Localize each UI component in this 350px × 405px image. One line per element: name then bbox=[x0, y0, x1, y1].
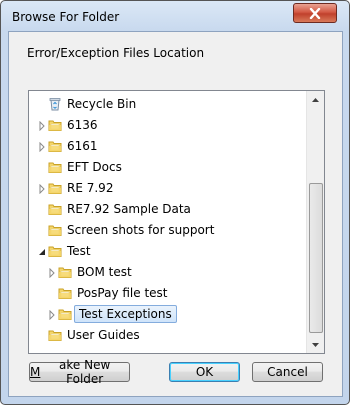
dialog-title: Browse For Folder bbox=[12, 10, 120, 24]
tree-item[interactable]: EFT Docs bbox=[29, 157, 305, 178]
folder-icon bbox=[48, 141, 62, 152]
tree-item-label: BOM test bbox=[77, 265, 132, 279]
tree-item-label: EFT Docs bbox=[67, 160, 122, 174]
tree-collapsed-icon[interactable] bbox=[38, 142, 46, 152]
tree-item-label: RE7.92 Sample Data bbox=[67, 202, 191, 216]
tree-item-label: Test bbox=[67, 244, 91, 258]
tree-item-label: PosPay file test bbox=[77, 286, 168, 300]
tree-item[interactable]: 6161 bbox=[29, 136, 305, 157]
tree-item-label: Test Exceptions bbox=[74, 305, 177, 323]
recycle-bin-icon bbox=[49, 98, 61, 111]
tree-item[interactable]: User Guides bbox=[29, 325, 305, 346]
tree-item[interactable]: 6136 bbox=[29, 115, 305, 136]
tree-expanded-icon[interactable] bbox=[38, 247, 46, 257]
folder-icon bbox=[58, 309, 72, 320]
folder-tree-rows: Recycle Bin 6136 6161 EFT Docs RE 7.92 RE7.92… bbox=[29, 94, 305, 346]
tree-collapsed-icon[interactable] bbox=[38, 184, 46, 194]
dialog-description: Error/Exception Files Location bbox=[27, 46, 205, 60]
tree-collapsed-icon[interactable] bbox=[38, 121, 46, 131]
tree-item-label: Screen shots for support bbox=[67, 223, 215, 237]
scroll-up-icon bbox=[312, 97, 319, 102]
make-new-folder-mnemonic: M bbox=[30, 365, 41, 379]
scrollbar-thumb[interactable] bbox=[309, 183, 323, 333]
dialog-client-area: Error/Exception Files Location Recycle B… bbox=[8, 31, 343, 397]
scroll-up-button[interactable] bbox=[307, 91, 324, 108]
tree-item[interactable]: Test bbox=[29, 241, 305, 262]
scroll-down-icon bbox=[312, 342, 319, 347]
tree-item-label: Recycle Bin bbox=[67, 97, 137, 111]
tree-item[interactable]: BOM test bbox=[29, 262, 305, 283]
folder-icon bbox=[48, 120, 62, 131]
tree-item[interactable]: RE 7.92 bbox=[29, 178, 305, 199]
folder-icon bbox=[48, 225, 62, 236]
vertical-scrollbar[interactable] bbox=[306, 91, 324, 353]
folder-icon bbox=[48, 330, 62, 341]
close-button[interactable] bbox=[293, 3, 337, 23]
make-new-folder-button[interactable]: Make New Folder bbox=[29, 358, 130, 386]
tree-item-label: 6136 bbox=[67, 118, 98, 132]
tree-item[interactable]: PosPay file test bbox=[29, 283, 305, 304]
tree-item[interactable]: Screen shots for support bbox=[29, 220, 305, 241]
folder-icon bbox=[48, 246, 62, 257]
tree-collapsed-icon[interactable] bbox=[48, 310, 56, 320]
tree-item[interactable]: Test Exceptions bbox=[29, 304, 305, 325]
folder-icon bbox=[58, 267, 72, 278]
scroll-down-button[interactable] bbox=[307, 336, 324, 353]
tree-collapsed-icon[interactable] bbox=[48, 268, 56, 278]
folder-icon bbox=[48, 183, 62, 194]
ok-button[interactable]: OK bbox=[169, 362, 240, 382]
tree-item-label: User Guides bbox=[67, 328, 140, 342]
tree-item-label: RE 7.92 bbox=[67, 181, 114, 195]
folder-icon bbox=[58, 288, 72, 299]
cancel-button[interactable]: Cancel bbox=[252, 362, 323, 382]
folder-icon bbox=[48, 162, 62, 173]
folder-icon bbox=[48, 204, 62, 215]
folder-tree[interactable]: Recycle Bin 6136 6161 EFT Docs RE 7.92 RE7.92… bbox=[28, 90, 325, 354]
tree-item[interactable]: RE7.92 Sample Data bbox=[29, 199, 305, 220]
make-new-folder-label: ake New Folder bbox=[59, 358, 111, 386]
browse-for-folder-dialog: Browse For Folder Error/Exception Files … bbox=[0, 0, 350, 405]
tree-item[interactable]: Recycle Bin bbox=[29, 94, 305, 115]
close-icon bbox=[309, 7, 321, 19]
tree-item-label: 6161 bbox=[67, 139, 98, 153]
